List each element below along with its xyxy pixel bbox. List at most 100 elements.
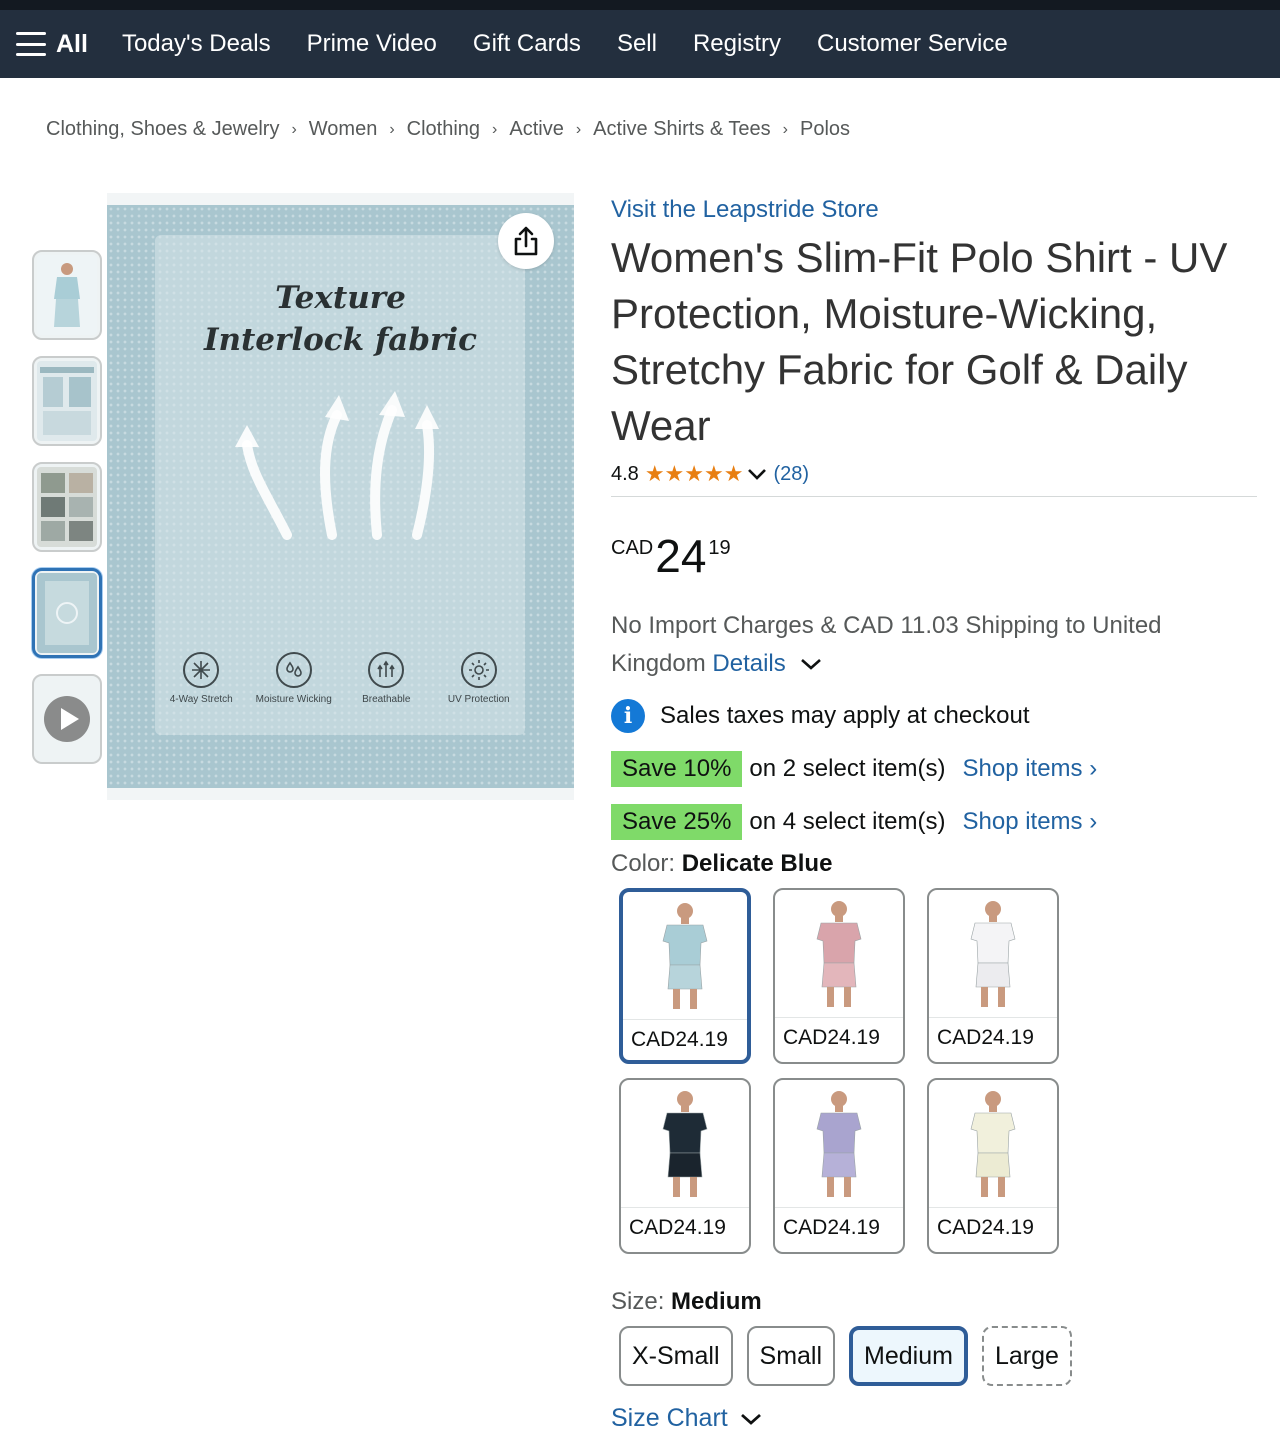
feature-label: Moisture Wicking: [255, 694, 332, 705]
swatch-image: [929, 1080, 1057, 1208]
size-chart-label: Size Chart: [611, 1404, 728, 1432]
feature-label: 4-Way Stretch: [169, 694, 233, 705]
breathable-icon: [368, 652, 405, 688]
model-figure: [970, 901, 1016, 1007]
share-button[interactable]: [498, 213, 554, 269]
price-fraction: 19: [708, 537, 731, 559]
size-label-row: Size: Medium: [611, 1288, 1257, 1316]
thumbnail-image-selected[interactable]: [32, 568, 102, 658]
thumbnail-image[interactable]: [32, 356, 102, 446]
thumbnail-video[interactable]: [32, 674, 102, 764]
shop-items-link[interactable]: Shop items ›: [962, 808, 1097, 836]
color-swatch[interactable]: CAD24.19: [773, 1078, 905, 1254]
all-menu-button[interactable]: All: [16, 30, 88, 59]
grid-photos-thumbnail: [37, 467, 97, 547]
nav-link-gift-cards[interactable]: Gift Cards: [473, 30, 581, 58]
image-title-line1: Texture: [275, 280, 406, 316]
swatch-image: [775, 890, 903, 1018]
size-option-large[interactable]: Large: [981, 1326, 1072, 1386]
swatch-image: [621, 1080, 749, 1208]
swatch-price: CAD24.19: [783, 1216, 880, 1239]
color-swatch[interactable]: CAD24.19: [773, 888, 905, 1064]
sun-icon: [460, 652, 497, 688]
size-option-x-small[interactable]: X-Small: [619, 1326, 733, 1386]
store-link[interactable]: Visit the Leapstride Store: [611, 196, 1257, 224]
swatch-price: CAD24.19: [629, 1216, 726, 1239]
swatch-image: [929, 890, 1057, 1018]
color-swatch-selected[interactable]: CAD24.19: [619, 888, 751, 1064]
feature-label: Breathable: [362, 694, 411, 705]
image-title-line2: Interlock fabric: [203, 322, 478, 358]
price-currency: CAD: [611, 537, 654, 559]
swatch-price: CAD24.19: [937, 1026, 1034, 1049]
collage-thumbnail: [37, 361, 97, 441]
fabric-image: Texture Interlock fabric 4-Way Stretch M…: [107, 205, 574, 788]
product-title: Women's Slim-Fit Polo Shirt - UV Protect…: [611, 234, 1228, 449]
price: CAD 24 19: [611, 533, 1257, 581]
rating-value: 4.8: [611, 462, 639, 485]
breadcrumb-item[interactable]: Clothing, Shoes & Jewelry: [46, 118, 279, 141]
breadcrumb-item[interactable]: Active: [509, 118, 563, 141]
breadcrumb-item[interactable]: Active Shirts & Tees: [593, 118, 770, 141]
all-label: All: [56, 29, 88, 58]
nav-link-prime-video[interactable]: Prime Video: [307, 30, 437, 58]
swatch-price: CAD24.19: [631, 1028, 728, 1051]
size-label: Size:: [611, 1288, 665, 1315]
color-swatches: CAD24.19 CAD24.19 CAD24.19 CAD24.19 CAD24.19…: [611, 888, 1211, 1268]
star-rating-icon[interactable]: ★★★★★: [645, 461, 744, 487]
breadcrumb-item[interactable]: Polos: [800, 118, 850, 141]
chevron-right-icon: ›: [492, 120, 498, 138]
info-icon: i: [611, 699, 645, 733]
model-photo-thumbnail: [37, 255, 97, 335]
promo-text: on 4 select item(s): [749, 808, 946, 835]
shipping-text: No Import Charges & CAD 11.03 Shipping t…: [611, 612, 1162, 677]
model-figure: [662, 903, 708, 1009]
hamburger-icon: [16, 32, 46, 56]
shipping-info: No Import Charges & CAD 11.03 Shipping t…: [611, 607, 1211, 683]
fabric-thumbnail: [37, 573, 97, 653]
size-options: X-Small Small Medium Large: [619, 1326, 1257, 1386]
chevron-down-icon[interactable]: [747, 467, 767, 481]
size-chart-link[interactable]: Size Chart: [611, 1404, 1257, 1433]
color-swatch[interactable]: CAD24.19: [927, 888, 1059, 1064]
feature-list: 4-Way Stretch Moisture Wicking Breathabl…: [155, 652, 525, 742]
thumbnail-image[interactable]: [32, 250, 102, 340]
nav-link-registry[interactable]: Registry: [693, 30, 781, 58]
arrows-graphic: [235, 391, 439, 540]
chevron-down-icon: [740, 1413, 761, 1425]
breadcrumb: Clothing, Shoes & Jewelry › Women › Clot…: [46, 118, 850, 141]
rating-count-link[interactable]: (28): [773, 463, 809, 486]
water-drops-icon: [275, 652, 312, 688]
feature-item: Moisture Wicking: [251, 652, 337, 742]
model-figure: [662, 1091, 708, 1197]
chevron-down-icon[interactable]: [800, 657, 822, 671]
size-option-small[interactable]: Small: [746, 1326, 836, 1386]
price-whole: 24: [655, 530, 707, 582]
main-product-image[interactable]: Texture Interlock fabric 4-Way Stretch M…: [107, 193, 574, 800]
color-swatch[interactable]: CAD24.19: [927, 1078, 1059, 1254]
color-label-row: Color: Delicate Blue: [611, 850, 1257, 878]
breadcrumb-item[interactable]: Women: [309, 118, 378, 141]
thumbnail-image[interactable]: [32, 462, 102, 552]
size-option-medium[interactable]: Medium: [849, 1326, 968, 1386]
shop-items-link[interactable]: Shop items ›: [962, 755, 1097, 783]
chevron-right-icon: ›: [291, 120, 297, 138]
chevron-right-icon: ›: [389, 120, 395, 138]
selected-color: Delicate Blue: [681, 850, 833, 877]
feature-item: UV Protection: [436, 652, 522, 742]
nav-link-customer-service[interactable]: Customer Service: [817, 30, 1008, 58]
top-strip: [0, 0, 1280, 10]
stretch-icon: [183, 652, 220, 688]
feature-label: UV Protection: [447, 694, 510, 705]
details-link[interactable]: Details: [712, 650, 785, 677]
nav-link-todays-deals[interactable]: Today's Deals: [122, 30, 271, 58]
model-figure: [970, 1091, 1016, 1197]
share-icon: [514, 226, 538, 256]
breadcrumb-item[interactable]: Clothing: [407, 118, 480, 141]
nav-link-sell[interactable]: Sell: [617, 30, 657, 58]
model-figure: [816, 1091, 862, 1197]
swatch-image: [623, 892, 747, 1020]
save-badge: Save 10%: [611, 751, 743, 787]
color-swatch[interactable]: CAD24.19: [619, 1078, 751, 1254]
swatch-price: CAD24.19: [937, 1216, 1034, 1239]
